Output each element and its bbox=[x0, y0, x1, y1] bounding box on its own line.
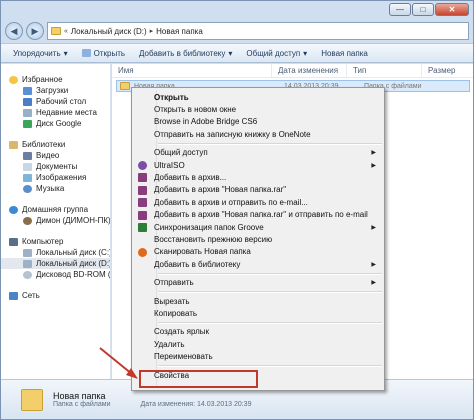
annotation-arrow-icon bbox=[99, 347, 138, 379]
